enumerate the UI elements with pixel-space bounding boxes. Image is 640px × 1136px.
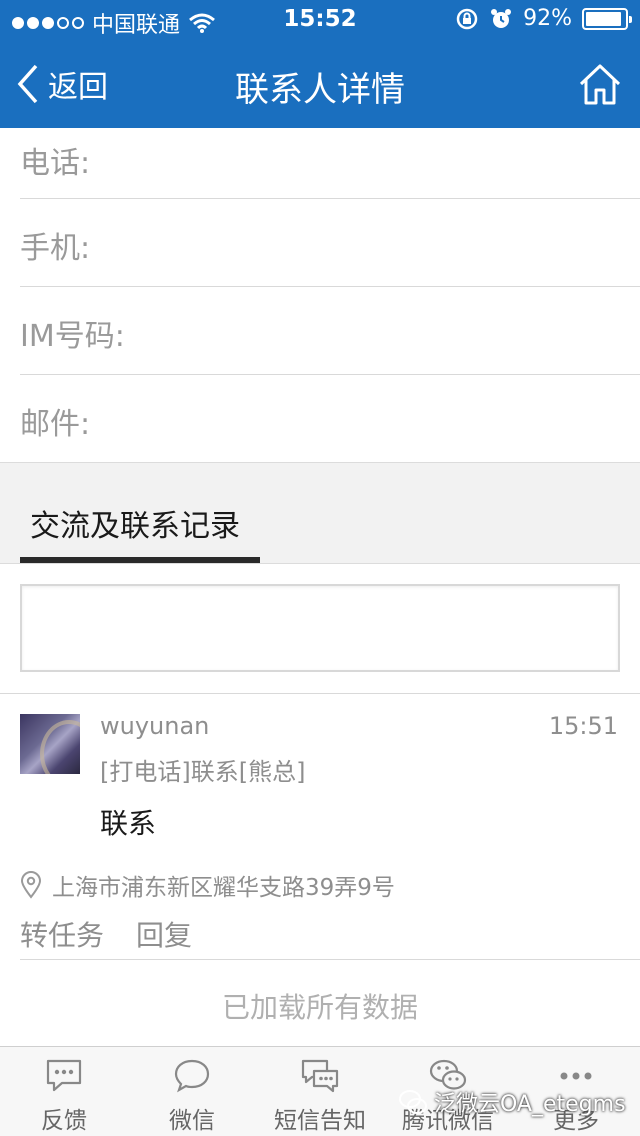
post-actions: 转任务 回复 (20, 914, 192, 954)
alarm-icon (491, 8, 512, 28)
message-input[interactable] (20, 584, 620, 672)
post-time: 15:51 (548, 712, 618, 740)
navigation-bar: 返回 联系人详情 (0, 40, 640, 128)
reply-button[interactable]: 回复 (136, 914, 192, 954)
phone-field: 电话: (20, 128, 640, 199)
header: 中国联通 15:52 92% 返回 联系人详情 (0, 0, 640, 128)
tab-label: 反馈 (41, 1108, 87, 1134)
email-field: 邮件: (20, 375, 640, 463)
sms-icon (301, 1059, 339, 1093)
feedback-icon (46, 1059, 82, 1092)
mobile-field: 手机: (20, 199, 640, 287)
phone-label: 电话: (20, 146, 91, 181)
wechat-logo-icon (399, 1090, 427, 1114)
status-bar: 中国联通 15:52 92% (0, 0, 640, 40)
tab-label: 微信 (169, 1108, 215, 1134)
divider (20, 959, 640, 960)
post-tag: [打电话]联系[熊总] (100, 758, 306, 786)
divider (0, 693, 640, 694)
all-loaded-text: 已加载所有数据 (221, 991, 418, 1024)
location-text: 上海市浦东新区耀华支路39弄9号 (52, 875, 395, 901)
page-title: 联系人详情 (235, 70, 405, 110)
watermark: 泛微云OA_etegms (398, 1086, 626, 1118)
tab-communication-records[interactable]: 交流及联系记录 (20, 463, 260, 563)
battery-percent: 92% (523, 6, 572, 31)
rotation-lock-icon (456, 8, 478, 29)
records-section-header: 交流及联系记录 (0, 462, 640, 564)
home-icon[interactable] (578, 62, 622, 106)
convert-to-task-button[interactable]: 转任务 (20, 914, 104, 954)
battery-icon (582, 7, 632, 30)
location-pin-icon (20, 871, 42, 899)
avatar[interactable] (20, 714, 80, 774)
post-content: 联系 (100, 807, 157, 840)
tab-feedback[interactable]: 反馈 (0, 1047, 128, 1136)
im-label: IM号码: (20, 319, 125, 354)
tab-sms-notify[interactable]: 短信告知 (256, 1047, 384, 1136)
post-username: wuyunan (100, 712, 210, 740)
status-right: 92% (455, 6, 632, 31)
mobile-label: 手机: (20, 231, 91, 266)
tab-label: 交流及联系记录 (30, 509, 240, 544)
im-field: IM号码: (20, 287, 640, 375)
post-location: 上海市浦东新区耀华支路39弄9号 (20, 868, 395, 902)
email-label: 邮件: (20, 407, 91, 442)
tab-weixin[interactable]: 微信 (128, 1047, 256, 1136)
tab-active-indicator (20, 557, 260, 563)
watermark-text: 泛微云OA_etegms (434, 1092, 626, 1117)
tab-label: 短信告知 (274, 1108, 366, 1134)
chat-bubble-icon (174, 1059, 210, 1093)
